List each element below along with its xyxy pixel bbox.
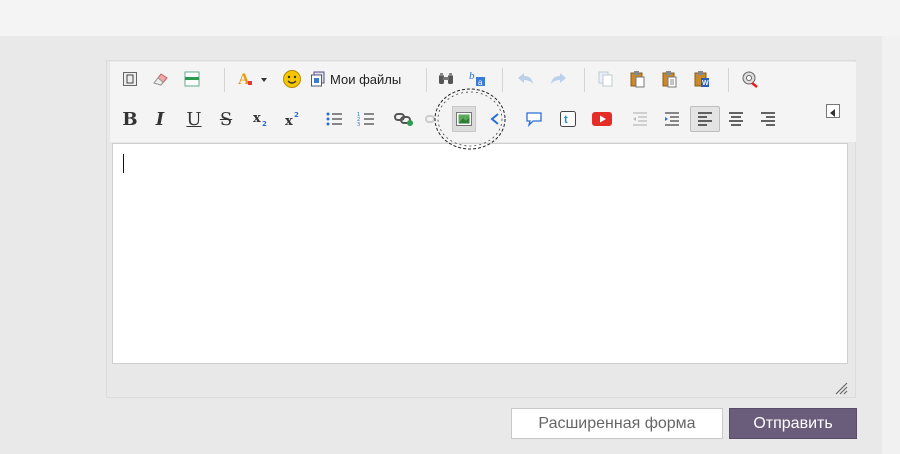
paste-word-button[interactable]: W — [690, 66, 714, 92]
speech-bubble-icon — [525, 111, 543, 127]
triangle-left-icon — [829, 102, 837, 121]
align-left-icon — [696, 111, 714, 127]
undo-button[interactable] — [514, 66, 538, 92]
source-mode-button[interactable] — [118, 66, 142, 92]
spellcheck-button[interactable] — [738, 66, 762, 92]
code-icon — [490, 112, 500, 126]
svg-text:t: t — [564, 114, 568, 126]
twitter-button[interactable]: t — [556, 106, 580, 132]
align-left-button[interactable] — [690, 106, 720, 132]
strikethrough-button[interactable]: S — [214, 106, 238, 132]
youtube-icon — [591, 111, 613, 127]
copy-button[interactable] — [594, 66, 618, 92]
outdent-icon — [631, 111, 649, 127]
subscript-icon: x2 — [252, 110, 272, 128]
align-center-button[interactable] — [724, 106, 748, 132]
smiley-icon — [282, 69, 302, 89]
unlink-icon — [425, 112, 439, 126]
paste-icon — [629, 70, 647, 88]
paste-button[interactable] — [626, 66, 650, 92]
insert-hr-button[interactable] — [180, 66, 204, 92]
paste-text-icon — [661, 70, 679, 88]
quote-button[interactable] — [522, 106, 546, 132]
italic-label: I — [155, 108, 165, 130]
binoculars-icon — [437, 71, 455, 87]
spellcheck-icon — [740, 70, 760, 88]
redo-button[interactable] — [546, 66, 570, 92]
source-icon — [122, 71, 138, 87]
resize-grip-icon[interactable] — [834, 380, 848, 395]
submit-button[interactable]: Отправить — [729, 408, 857, 439]
unlink-button[interactable] — [424, 106, 440, 132]
remove-format-button[interactable] — [148, 66, 172, 92]
text-color-button[interactable]: A — [234, 66, 270, 92]
svg-text:x: x — [253, 111, 261, 126]
youtube-button[interactable] — [590, 106, 614, 132]
paste-text-button[interactable] — [658, 66, 682, 92]
image-icon — [455, 111, 473, 127]
svg-text:a: a — [478, 78, 483, 87]
superscript-icon: x2 — [284, 110, 304, 128]
superscript-button[interactable]: x2 — [282, 106, 306, 132]
toolbar-separator — [426, 68, 427, 92]
svg-text:x: x — [285, 114, 293, 128]
top-band — [0, 0, 900, 36]
replace-icon: ba — [468, 70, 488, 88]
underline-button[interactable]: U — [182, 106, 206, 132]
advanced-form-button[interactable]: Расширенная форма — [511, 408, 723, 439]
find-button[interactable] — [434, 66, 458, 92]
italic-button[interactable]: I — [148, 106, 172, 132]
editor-text-area[interactable] — [112, 143, 848, 364]
align-right-button[interactable] — [756, 106, 780, 132]
paste-word-icon: W — [693, 70, 711, 88]
collapse-toolbar-button[interactable] — [826, 104, 840, 118]
bold-label: B — [122, 108, 138, 130]
indent-button[interactable] — [660, 106, 684, 132]
svg-text:2: 2 — [294, 111, 299, 119]
my-files-label: Мои файлы — [330, 71, 402, 87]
link-icon — [394, 111, 414, 127]
toolbar-separator — [224, 68, 225, 92]
svg-text:W: W — [702, 80, 709, 87]
insert-code-button[interactable] — [488, 106, 502, 132]
svg-text:b: b — [469, 70, 475, 82]
text-color-icon: A — [236, 70, 268, 88]
numbered-list-button[interactable]: 123 — [354, 106, 378, 132]
files-icon — [310, 71, 326, 87]
text-caret — [123, 154, 124, 173]
smiley-button[interactable] — [280, 66, 304, 92]
toolbar-separator — [584, 68, 585, 92]
copy-icon — [597, 70, 615, 88]
link-button[interactable] — [392, 106, 416, 132]
align-center-icon — [727, 111, 745, 127]
my-files-button[interactable]: Мои файлы — [310, 66, 418, 92]
insert-image-button[interactable] — [452, 106, 476, 132]
svg-text:3: 3 — [357, 122, 360, 127]
align-right-icon — [759, 111, 777, 127]
strikethrough-label: S — [219, 108, 233, 130]
subscript-button[interactable]: x2 — [250, 106, 274, 132]
numbered-list-icon: 123 — [357, 111, 375, 127]
indent-icon — [663, 111, 681, 127]
redo-icon — [548, 72, 568, 86]
bold-button[interactable]: B — [118, 106, 142, 132]
bulleted-list-icon — [325, 111, 343, 127]
undo-icon — [516, 72, 536, 86]
eraser-icon — [151, 71, 169, 87]
bulleted-list-button[interactable] — [322, 106, 346, 132]
replace-button[interactable]: ba — [466, 66, 490, 92]
underline-label: U — [186, 108, 202, 130]
toolbar-separator — [502, 68, 503, 92]
horizontal-rule-icon — [183, 71, 201, 87]
twitter-icon: t — [559, 110, 577, 128]
svg-text:2: 2 — [262, 120, 267, 128]
toolbar-separator — [728, 68, 729, 92]
svg-text:A: A — [238, 71, 250, 88]
outdent-button[interactable] — [628, 106, 652, 132]
